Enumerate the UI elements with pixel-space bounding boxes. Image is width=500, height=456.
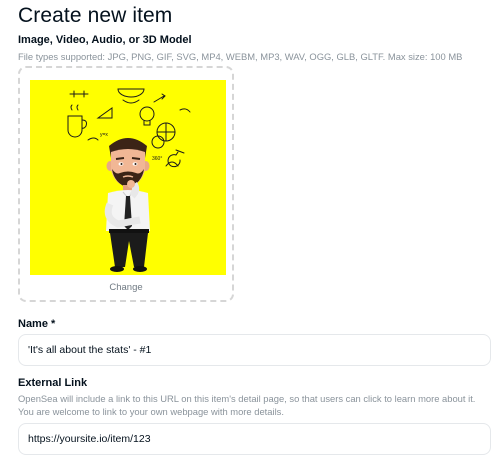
page-title: Create new item — [18, 4, 173, 27]
media-label: Image, Video, Audio, or 3D Model — [18, 34, 192, 46]
media-upload-dropzone[interactable]: y=x 360° Change — [18, 66, 234, 302]
external-link-help-line-2: You are welcome to link to your own webp… — [18, 406, 284, 417]
bitmoji-thinking-illustration: y=x 360° — [67, 88, 191, 272]
external-link-label: External Link — [18, 377, 88, 389]
file-types-hint: File types supported: JPG, PNG, GIF, SVG… — [18, 51, 463, 62]
change-media-button[interactable]: Change — [20, 282, 232, 293]
doodle-angle-text: 360° — [152, 156, 162, 162]
name-input[interactable] — [18, 334, 491, 366]
external-link-help-line-1: OpenSea will include a link to this URL … — [18, 393, 476, 404]
doodle-formula-text: y=x — [100, 132, 108, 138]
external-link-input[interactable] — [18, 423, 491, 455]
media-preview-image[interactable]: y=x 360° — [30, 80, 226, 275]
name-label: Name * — [18, 318, 56, 330]
